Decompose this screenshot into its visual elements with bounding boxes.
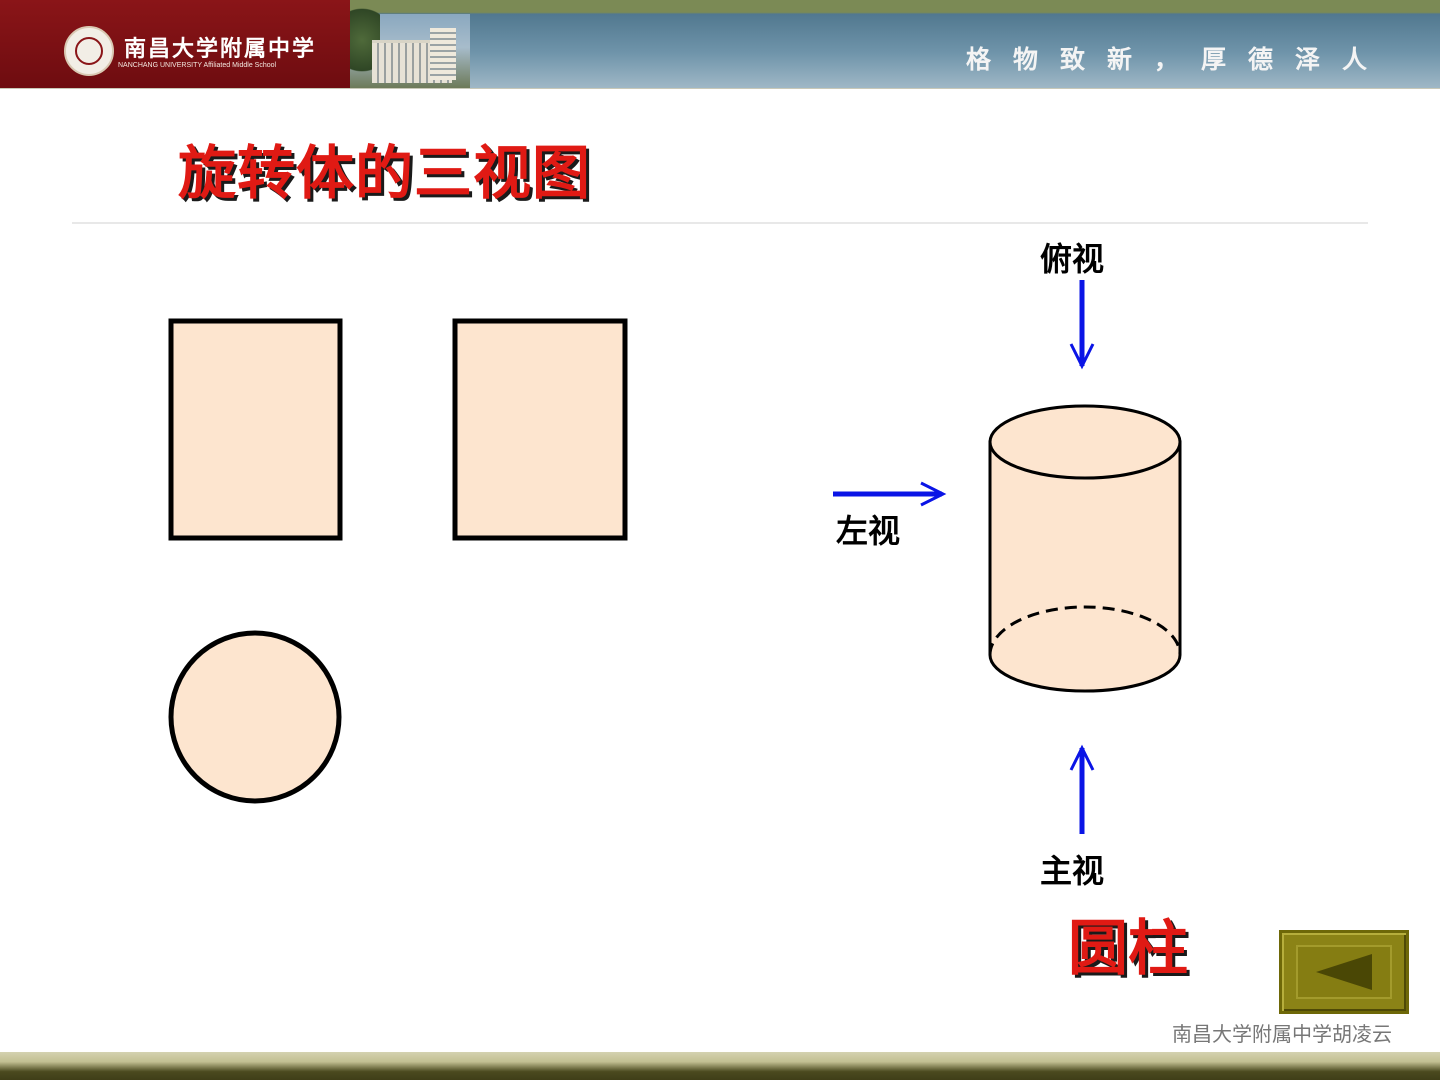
triangle-left-icon (1316, 954, 1372, 990)
front-view-rectangle (168, 318, 343, 541)
back-button-face (1296, 945, 1392, 999)
cylinder-top-ellipse (988, 404, 1182, 480)
footer-bar (0, 1052, 1440, 1080)
left-view-label: 左视 (836, 512, 901, 550)
left-view-rectangle (452, 318, 628, 541)
top-view-arrow-icon (1069, 280, 1095, 370)
top-view-circle (168, 630, 342, 804)
shape-name: 圆柱 (1068, 914, 1188, 984)
left-view-arrow-icon (833, 481, 947, 507)
front-view-label: 主视 (1040, 852, 1105, 890)
top-view-label: 俯视 (1040, 240, 1105, 278)
back-button[interactable] (1279, 930, 1409, 1014)
cylinder-3d (988, 404, 1182, 693)
front-view-arrow-icon (1069, 744, 1095, 834)
footer-credit: 南昌大学附属中学胡凌云 (1172, 1022, 1392, 1046)
three-views-diagram (168, 280, 1182, 834)
